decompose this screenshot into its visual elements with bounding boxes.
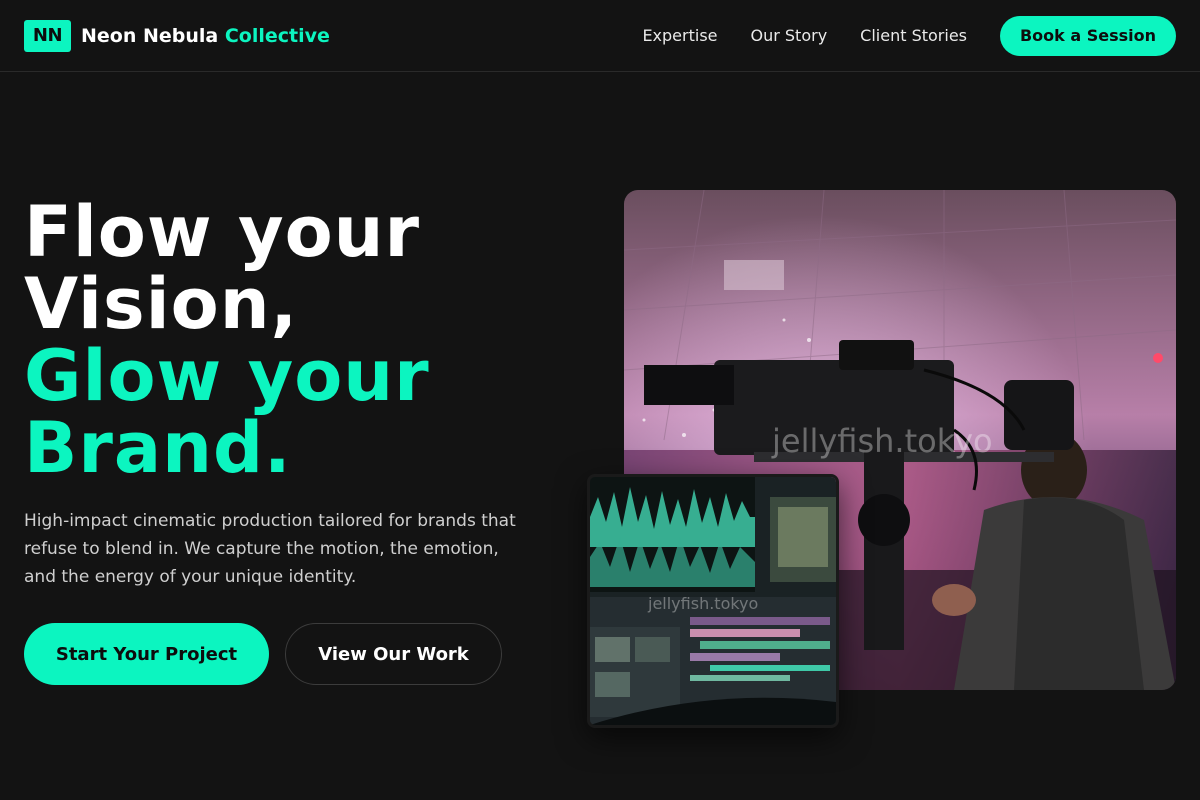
nav-link-client-stories[interactable]: Client Stories xyxy=(860,26,967,45)
top-navigation-bar: NN Neon Nebula Collective Expertise Our … xyxy=(0,0,1200,72)
start-project-button[interactable]: Start Your Project xyxy=(24,623,269,685)
video-editor-illustration: jellyfish.tokyo xyxy=(590,477,836,725)
brand-name-primary: Neon Nebula xyxy=(81,24,219,47)
main-photo-watermark: jellyfish.tokyo xyxy=(771,422,993,460)
main-nav: Expertise Our Story Client Stories Book … xyxy=(642,15,1176,56)
logo-badge: NN xyxy=(24,19,71,52)
hero-description: High-impact cinematic production tailore… xyxy=(24,511,516,587)
inset-photo-watermark: jellyfish.tokyo xyxy=(647,594,758,613)
brand-name: Neon Nebula Collective xyxy=(81,25,330,47)
hero-heading-line-4: Brand. xyxy=(24,407,292,489)
hero-heading: Flow your Vision, Glow your Brand. xyxy=(24,196,430,484)
video-editing-photo: jellyfish.tokyo xyxy=(587,474,839,728)
brand-logo[interactable]: NN Neon Nebula Collective xyxy=(24,19,330,52)
nav-link-expertise[interactable]: Expertise xyxy=(642,26,717,45)
book-session-button[interactable]: Book a Session xyxy=(1000,15,1176,56)
hero-heading-line-1: Flow your xyxy=(24,191,421,273)
view-work-button[interactable]: View Our Work xyxy=(285,623,502,685)
nav-link-our-story[interactable]: Our Story xyxy=(751,26,828,45)
hero-heading-line-2: Vision, xyxy=(24,263,299,345)
brand-name-accent: Collective xyxy=(224,24,330,47)
hero-heading-line-3: Glow your xyxy=(24,335,430,417)
